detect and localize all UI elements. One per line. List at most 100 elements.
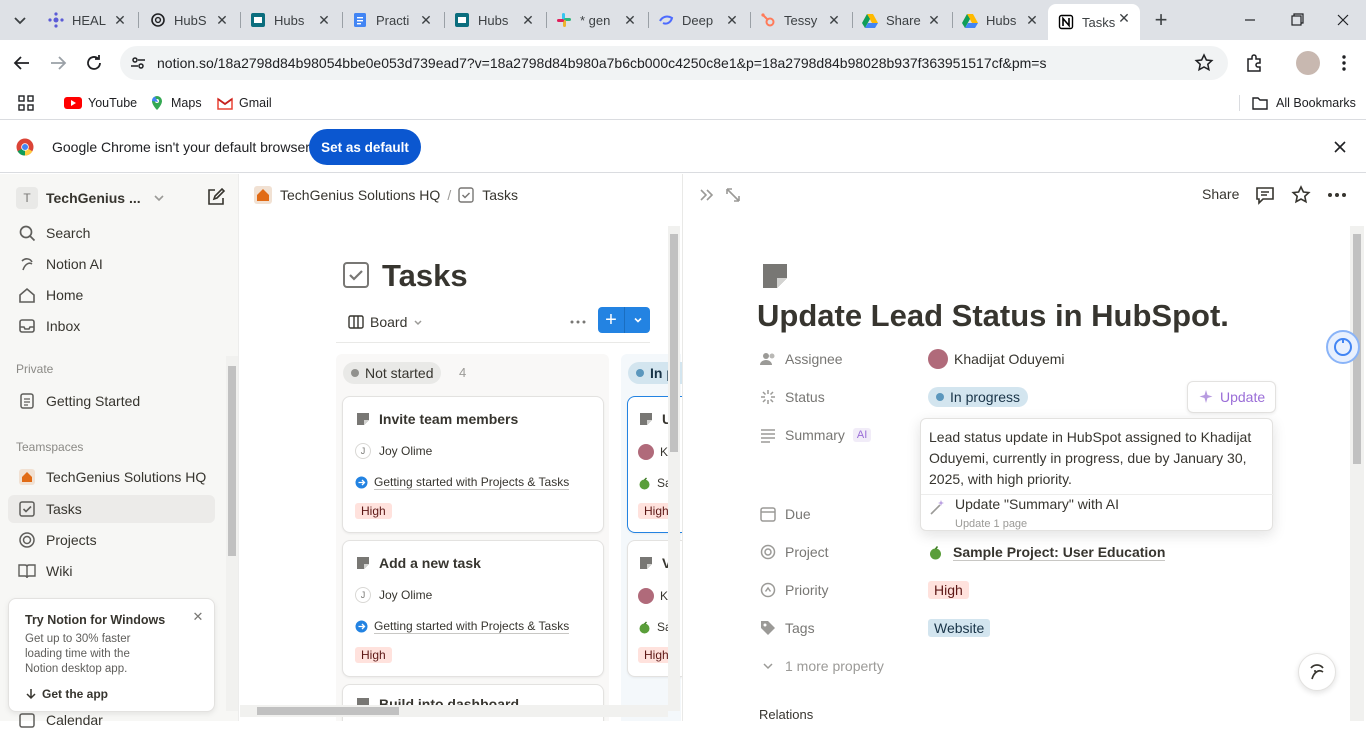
close-icon[interactable]: ✕: [316, 12, 332, 28]
property-tags[interactable]: Tags: [759, 614, 815, 642]
browser-tab[interactable]: Hubs ✕: [444, 6, 544, 34]
bookmark-maps[interactable]: Maps: [149, 93, 202, 113]
sidebar-item-projects[interactable]: Projects: [8, 526, 215, 554]
comments-button[interactable]: [1255, 185, 1275, 205]
tags-value[interactable]: Website: [928, 614, 991, 642]
scrollbar-thumb[interactable]: [228, 366, 236, 556]
task-card[interactable]: Invite team members J Joy Olime Getting …: [342, 396, 604, 533]
property-status[interactable]: Status: [759, 383, 825, 411]
profile-avatar[interactable]: [1296, 51, 1320, 75]
browser-tab[interactable]: Practi ✕: [342, 6, 442, 34]
promo-close-button[interactable]: ✕: [190, 609, 206, 625]
board-horizontal-scrollbar[interactable]: [240, 705, 668, 717]
notion-ai-button[interactable]: [1298, 653, 1336, 691]
close-icon[interactable]: ✕: [926, 12, 942, 28]
sidebar-scrollbar[interactable]: [226, 356, 238, 711]
scrollbar-thumb[interactable]: [257, 707, 399, 715]
sidebar-item-getting-started[interactable]: Getting Started: [8, 387, 215, 415]
card-project[interactable]: Getting started with Projects & Tasks: [355, 473, 570, 491]
board-vertical-scrollbar[interactable]: [668, 226, 680, 711]
open-full-page-button[interactable]: [724, 186, 742, 204]
close-icon[interactable]: ✕: [520, 12, 536, 28]
share-button[interactable]: Share: [1202, 186, 1239, 202]
sidebar-item-teamspace[interactable]: TechGenius Solutions HQ: [8, 463, 215, 491]
property-assignee[interactable]: Assignee: [759, 345, 843, 373]
ai-update-button[interactable]: Update: [1187, 381, 1277, 413]
bookmark-gmail[interactable]: Gmail: [217, 93, 272, 113]
page-note-icon[interactable]: [761, 262, 789, 290]
get-app-link[interactable]: Get the app: [25, 686, 108, 702]
browser-tab[interactable]: Tessy ✕: [750, 6, 850, 34]
address-bar[interactable]: notion.so/18a2798d84b98054bbe0e053d739ea…: [120, 46, 1228, 80]
tab-search-button[interactable]: [8, 10, 32, 30]
task-title[interactable]: Update Lead Status in HubSpot.: [757, 298, 1229, 334]
infobar-close-button[interactable]: [1330, 137, 1350, 157]
close-icon[interactable]: ✕: [1024, 12, 1040, 28]
favorite-button[interactable]: [1291, 185, 1311, 205]
sidebar-item-search[interactable]: Search: [8, 219, 215, 247]
forward-button[interactable]: [46, 51, 70, 75]
property-project[interactable]: Project: [759, 538, 829, 566]
scrollbar-thumb[interactable]: [670, 234, 678, 452]
project-value[interactable]: Sample Project: User Education: [928, 538, 1166, 566]
sidebar-item-wiki[interactable]: Wiki: [8, 557, 215, 585]
sidebar-item-inbox[interactable]: Inbox: [8, 312, 215, 340]
all-bookmarks-button[interactable]: All Bookmarks: [1252, 93, 1356, 113]
status-value[interactable]: In progress: [928, 383, 1029, 411]
property-summary[interactable]: Summary AI: [759, 421, 872, 449]
priority-value[interactable]: High: [928, 576, 969, 604]
property-priority[interactable]: Priority: [759, 576, 829, 604]
browser-tab[interactable]: Deep ✕: [648, 6, 748, 34]
breadcrumb-teamspace[interactable]: TechGenius Solutions HQ: [280, 187, 440, 203]
new-page-button[interactable]: [205, 186, 227, 208]
update-summary-action[interactable]: Update "Summary" with AI Update 1 page: [929, 496, 1264, 530]
chrome-menu-button[interactable]: [1332, 51, 1356, 75]
property-due[interactable]: Due: [759, 500, 811, 528]
card-project[interactable]: Getting started with Projects & Tasks: [355, 617, 570, 635]
sidebar-item-tasks[interactable]: Tasks: [8, 495, 215, 523]
apps-button[interactable]: [18, 93, 34, 113]
bookmark-youtube[interactable]: YouTube: [64, 93, 137, 113]
close-icon[interactable]: ✕: [724, 12, 740, 28]
new-task-dropdown[interactable]: [625, 307, 650, 333]
bookmark-star-button[interactable]: [1193, 52, 1215, 74]
browser-tab-active[interactable]: Tasks ✕: [1048, 4, 1140, 40]
browser-tab[interactable]: Hubs ✕: [952, 6, 1048, 34]
new-task-button[interactable]: +: [598, 307, 650, 333]
view-options-button[interactable]: [568, 314, 588, 330]
back-button[interactable]: [10, 51, 34, 75]
floating-assistant-button[interactable]: [1326, 330, 1360, 364]
new-tab-button[interactable]: +: [1150, 9, 1172, 31]
workspace-switcher[interactable]: TechGenius ...: [46, 187, 165, 209]
restore-button[interactable]: [1283, 10, 1311, 30]
close-icon[interactable]: ✕: [418, 12, 434, 28]
reload-button[interactable]: [82, 51, 106, 75]
browser-tab[interactable]: HEAL ✕: [38, 6, 136, 34]
browser-tab[interactable]: HubS ✕: [140, 6, 238, 34]
sidebar-item-label: Calendar: [46, 712, 103, 728]
more-properties-toggle[interactable]: 1 more property: [759, 652, 884, 680]
browser-tab[interactable]: Share ✕: [852, 6, 950, 34]
close-icon[interactable]: ✕: [622, 12, 638, 28]
close-peek-button[interactable]: [698, 186, 716, 204]
close-icon[interactable]: ✕: [112, 12, 128, 28]
site-info-icon[interactable]: [128, 53, 148, 73]
sidebar-item-home[interactable]: Home: [8, 281, 215, 309]
breadcrumb-page[interactable]: Tasks: [482, 187, 518, 203]
set-as-default-button[interactable]: Set as default: [309, 129, 421, 165]
browser-tab[interactable]: * gen ✕: [546, 6, 646, 34]
close-icon[interactable]: ✕: [214, 12, 230, 28]
assignee-value[interactable]: Khadijat Oduyemi: [928, 345, 1065, 373]
close-window-button[interactable]: [1329, 10, 1357, 30]
view-switcher[interactable]: Board: [348, 312, 424, 332]
browser-tab[interactable]: Hubs ✕: [240, 6, 340, 34]
sidebar-item-notion-ai[interactable]: Notion AI: [8, 250, 215, 278]
plus-icon[interactable]: +: [598, 307, 624, 333]
close-icon[interactable]: ✕: [826, 12, 842, 28]
extensions-button[interactable]: [1244, 52, 1266, 74]
peek-scrollbar[interactable]: [1350, 226, 1364, 721]
minimize-button[interactable]: [1236, 10, 1264, 30]
task-card[interactable]: Add a new task J Joy Olime Getting start…: [342, 540, 604, 677]
close-icon[interactable]: ✕: [1116, 10, 1132, 26]
page-options-button[interactable]: [1326, 185, 1348, 205]
